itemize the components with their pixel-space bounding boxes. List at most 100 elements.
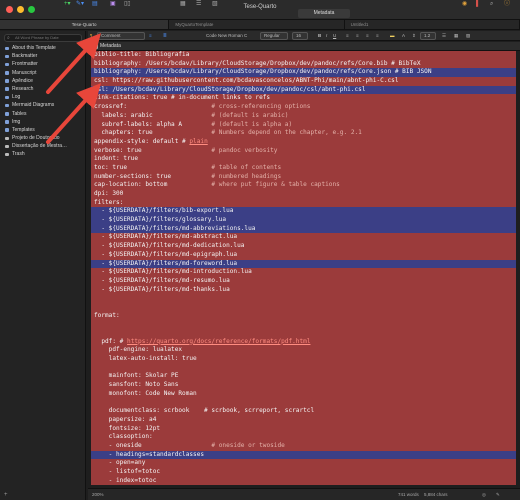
size-select[interactable]: 16 [292, 32, 308, 40]
add-icon[interactable]: +▾ [64, 0, 71, 8]
sidebar-item[interactable]: Backmatter [0, 52, 86, 60]
code-line[interactable]: - oneside # oneside or twoside [91, 441, 516, 451]
text-color-icon[interactable]: A [402, 31, 405, 41]
code-line[interactable]: pdf-engine: lualatex [91, 346, 516, 356]
bookmark-icon[interactable]: ▌ [476, 0, 480, 8]
code-line[interactable]: - ${USERDATA}/filters/md-foreword.lua [91, 259, 516, 269]
view-icon[interactable]: ▣ [110, 0, 116, 8]
inspector-icon[interactable]: ⓘ [504, 0, 510, 8]
list-icon[interactable]: ≣ [163, 31, 167, 41]
code-line[interactable] [91, 302, 516, 312]
comments-icon[interactable]: ✎ [496, 489, 500, 500]
code-line[interactable]: appendix-style: default # plain [91, 137, 516, 147]
code-line[interactable]: papersize: a4 [91, 415, 516, 425]
code-line[interactable]: number-sections: true # numbered heading… [91, 172, 516, 182]
code-line[interactable]: labels: arabic # (default is arabic) [91, 111, 516, 121]
code-line[interactable]: csl: https://raw.githubusercontent.com/b… [91, 77, 516, 86]
search-input[interactable]: ⌕ All Word Phrase by Date [4, 34, 82, 42]
sidebar-item[interactable]: Dissertação de Mestra… [0, 142, 86, 150]
align-center-icon[interactable]: ≡ [356, 31, 359, 41]
code-line[interactable]: - ${USERDATA}/filters/md-abbreviations.l… [91, 224, 516, 234]
add-item-button[interactable]: + [4, 492, 8, 498]
bullets-icon[interactable]: ☰ [442, 31, 446, 41]
code-line[interactable]: cap-location: bottom # where put figure … [91, 181, 516, 190]
code-line[interactable]: - ${USERDATA}/filters/md-thanks.lua [91, 285, 516, 295]
sidebar-item[interactable]: Manuscript [0, 69, 86, 77]
sidebar-item[interactable]: Img [0, 118, 86, 126]
code-line[interactable]: latex-auto-install: true [91, 355, 516, 364]
code-line[interactable]: sansfont: Noto Sans [91, 381, 516, 390]
outline-icon[interactable]: ☰ [196, 0, 201, 8]
table-icon[interactable]: ▦ [454, 31, 458, 41]
code-line[interactable]: format: [91, 311, 516, 321]
code-line[interactable]: bibliography: /Users/bcdav/Library/Cloud… [91, 68, 516, 78]
sidebar-item[interactable]: Trash [0, 150, 86, 158]
code-link[interactable]: plain [189, 138, 207, 145]
code-line[interactable] [91, 294, 516, 303]
code-line[interactable]: mainfont: Skolar PE [91, 372, 516, 382]
code-line[interactable]: documentclass: scrbook # scrbook, scrrep… [91, 407, 516, 416]
corkboard-icon[interactable]: ▧ [212, 0, 218, 8]
code-line[interactable]: - ${USERDATA}/filters/md-epigraph.lua [91, 250, 516, 260]
code-line[interactable]: - index=totoc [91, 476, 516, 486]
code-line[interactable] [91, 320, 516, 329]
code-line[interactable]: link-citations: true # in-document links… [91, 94, 516, 104]
highlight-icon[interactable]: ▬ [390, 31, 395, 41]
code-text[interactable]: biblio-title: Bibliografia bibliography: … [91, 51, 516, 486]
folder-icon[interactable]: ▤ [92, 0, 98, 8]
weight-select[interactable]: Regular [260, 32, 288, 40]
code-line[interactable] [91, 363, 516, 373]
code-line[interactable]: pdf: # https://quarto.org/docs/reference… [91, 337, 516, 347]
code-line[interactable] [91, 398, 516, 408]
code-line[interactable]: - listof=totoc [91, 468, 516, 477]
code-line[interactable]: classoption: [91, 433, 516, 442]
code-line[interactable]: toc: true # table of contents [91, 163, 516, 173]
bold-icon[interactable]: B [318, 31, 321, 41]
zoom-level[interactable]: 200% [92, 489, 104, 500]
code-line[interactable]: verbose: true # pandoc verbosity [91, 146, 516, 156]
target-icon[interactable]: ◉ [462, 0, 467, 8]
sidebar-item[interactable]: Apêndice [0, 77, 86, 85]
code-link[interactable]: https://quarto.org/docs/reference/format… [127, 338, 310, 345]
font-select[interactable]: Code New Roman C [206, 31, 247, 41]
code-line[interactable]: bibliography: /Users/bcdav/Library/Cloud… [91, 59, 516, 69]
sidebar-item[interactable]: Projeto de Doutorado [0, 134, 86, 142]
justify-icon[interactable]: ≡ [376, 31, 379, 41]
sidebar-item[interactable]: Frontmatter [0, 60, 86, 68]
target-icon-status[interactable]: ◎ [482, 489, 486, 500]
editor-pane[interactable]: Metadata biblio-title: Bibliografia bibli… [88, 42, 520, 488]
code-line[interactable]: fontsize: 12pt [91, 424, 516, 434]
code-line[interactable]: - ${USERDATA}/filters/md-dedication.lua [91, 242, 516, 251]
code-line[interactable]: - ${USERDATA}/filters/md-introduction.lu… [91, 268, 516, 277]
sidebar-item[interactable]: Templates [0, 126, 86, 134]
underline-icon[interactable]: U [333, 31, 336, 41]
linespacing-icon[interactable]: ⇕ [412, 31, 416, 41]
code-line[interactable]: filters: [91, 198, 516, 208]
align-right-icon[interactable]: ≡ [366, 31, 369, 41]
grid-icon[interactable]: ▦ [180, 0, 186, 8]
sidebar-item[interactable]: Mermaid Diagrams [0, 101, 86, 109]
code-line[interactable] [91, 329, 516, 338]
code-line[interactable]: indent: true [91, 155, 516, 164]
sidebar-item[interactable]: Tables [0, 110, 86, 118]
align-left-icon[interactable]: ≡ [346, 31, 349, 41]
code-line[interactable]: monofont: Code New Roman [91, 389, 516, 399]
binder-icon[interactable]: ▯▯ [124, 0, 131, 8]
code-line[interactable]: - open=any [91, 459, 516, 468]
compose-icon[interactable]: ✎▾ [76, 0, 84, 8]
image-icon[interactable]: ▨ [466, 31, 470, 41]
code-line[interactable]: biblio-title: Bibliografia [91, 51, 516, 60]
sidebar-item[interactable]: Log [0, 93, 86, 101]
style-icon[interactable]: ¶ [90, 31, 92, 41]
code-line[interactable]: dpi: 300 [91, 190, 516, 199]
sidebar-item[interactable]: Research [0, 85, 86, 93]
code-line[interactable]: - ${USERDATA}/filters/glossary.lua [91, 216, 516, 225]
linespacing-select[interactable]: 1.2 [420, 32, 436, 40]
lineheight-icon[interactable]: ≡ [149, 31, 152, 41]
tab-myquartotemplate[interactable]: MyQuartoTemplate [169, 20, 345, 29]
tab-untitled1[interactable]: Untitled1 [345, 20, 520, 29]
code-line[interactable]: - headings=standardclasses [91, 450, 516, 460]
code-line[interactable]: csl: /Users/bcdav/Library/CloudStorage/D… [91, 85, 516, 95]
code-line[interactable]: - ${USERDATA}/filters/md-resumo.lua [91, 276, 516, 286]
code-line[interactable]: - ${USERDATA}/filters/bib-export.lua [91, 207, 516, 217]
